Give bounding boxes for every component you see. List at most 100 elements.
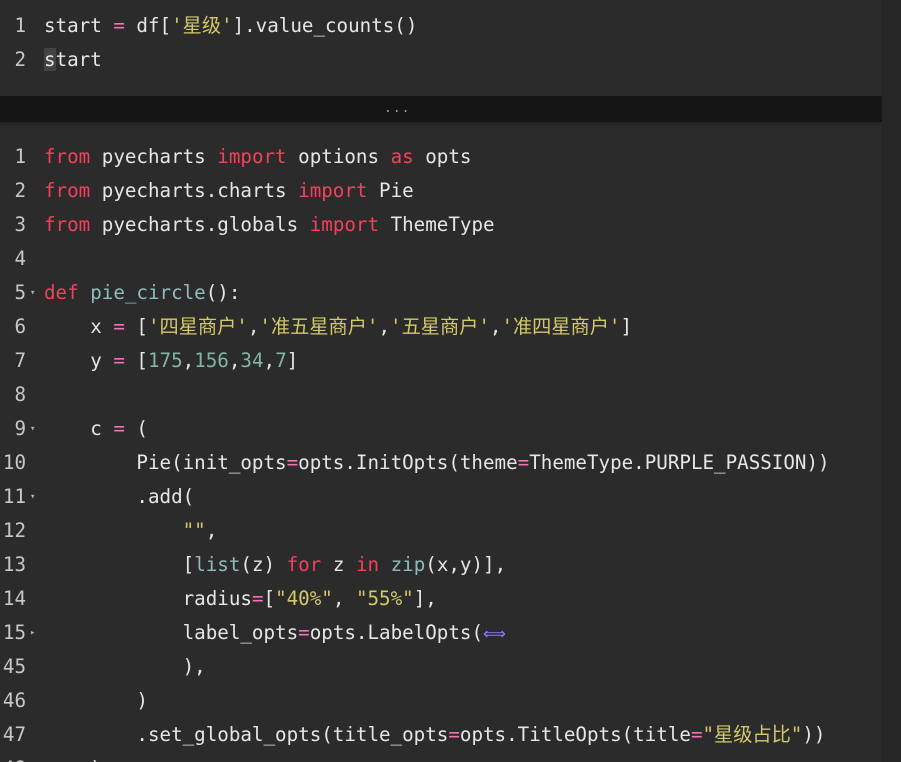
code-text[interactable]: ), bbox=[44, 650, 206, 684]
code-token: (z) bbox=[240, 553, 287, 576]
code-token: = bbox=[448, 723, 460, 746]
code-text[interactable]: start = df['星级'].value_counts() bbox=[44, 9, 417, 43]
code-token: = bbox=[113, 315, 125, 338]
code-token: ], bbox=[413, 587, 437, 610]
code-token: , bbox=[247, 315, 260, 338]
line-number: 4 bbox=[14, 247, 26, 270]
fold-arrow-right-icon[interactable]: ▸ bbox=[30, 616, 35, 650]
code-token: "55%" bbox=[355, 587, 414, 610]
code-token: , bbox=[378, 315, 391, 338]
line-number: 48 bbox=[0, 752, 26, 762]
line-number: 5 bbox=[14, 281, 26, 304]
code-text[interactable]: .add( bbox=[44, 480, 194, 514]
code-token: '准四星商户' bbox=[501, 315, 621, 338]
code-token: [ bbox=[44, 553, 195, 576]
code-text[interactable]: c = ( bbox=[44, 412, 148, 446]
code-text[interactable]: "", bbox=[44, 514, 218, 548]
code-token: options bbox=[286, 145, 391, 168]
code-token: [ bbox=[263, 587, 276, 610]
line-number: 6 bbox=[14, 315, 26, 338]
code-token: z bbox=[321, 553, 356, 576]
code-token: start bbox=[44, 14, 114, 37]
code-token: df[ bbox=[124, 14, 172, 37]
line-number: 1 bbox=[14, 145, 26, 168]
line-number: 15 bbox=[2, 621, 26, 644]
code-token: "" bbox=[182, 519, 206, 542]
line-number: 3 bbox=[14, 213, 26, 236]
line-number: 2 bbox=[14, 48, 26, 71]
code-token: ] bbox=[620, 315, 633, 338]
code-token: for bbox=[286, 553, 322, 576]
code-token: pyecharts bbox=[90, 145, 218, 168]
code-token: = bbox=[517, 451, 530, 474]
line-number: 47 bbox=[2, 723, 26, 746]
fold-arrow-down-icon[interactable]: ▾ bbox=[30, 480, 35, 514]
fold-arrow-down-icon[interactable]: ▾ bbox=[30, 412, 35, 446]
code-token: label_opts bbox=[44, 621, 299, 644]
code-token: ( bbox=[124, 417, 148, 440]
code-token: ThemeType.PURPLE_PASSION)) bbox=[529, 451, 830, 474]
code-text[interactable]: from pyecharts import options as opts bbox=[44, 140, 471, 174]
code-token: '五星商户' bbox=[390, 315, 490, 338]
code-token: in bbox=[355, 553, 380, 576]
code-text[interactable]: [list(z) for z in zip(x,y)], bbox=[44, 548, 507, 582]
code-text[interactable]: y = [175,156,34,7] bbox=[44, 344, 298, 378]
code-token: , bbox=[263, 349, 276, 372]
code-token: 156 bbox=[194, 349, 229, 372]
code-token: 34 bbox=[240, 349, 264, 372]
code-cell-2[interactable]: 1 from pyecharts import options as opts 2 f… bbox=[0, 126, 882, 762]
line-number: 45 bbox=[2, 655, 26, 678]
code-token: s bbox=[44, 48, 56, 71]
code-token: from bbox=[44, 179, 91, 202]
code-text[interactable]: radius=["40%", "55%"], bbox=[44, 582, 437, 616]
code-token: x bbox=[44, 315, 114, 338]
code-text[interactable]: def pie_circle(): bbox=[44, 276, 240, 310]
code-token: .set_global_opts(title_opts bbox=[44, 723, 449, 746]
code-token: [ bbox=[124, 349, 148, 372]
code-text[interactable]: from pyecharts.globals import ThemeType bbox=[44, 208, 495, 242]
code-token: Pie(init_opts bbox=[44, 451, 287, 474]
code-token: from bbox=[44, 145, 91, 168]
code-token: = bbox=[113, 349, 125, 372]
code-token: = bbox=[113, 14, 125, 37]
code-text[interactable]: from pyecharts.charts import Pie bbox=[44, 174, 414, 208]
code-token: '星级' bbox=[171, 14, 233, 37]
fold-arrow-down-icon[interactable]: ▾ bbox=[30, 276, 35, 310]
line-number: 2 bbox=[14, 179, 26, 202]
code-token: [ bbox=[124, 315, 148, 338]
code-token: 175 bbox=[147, 349, 183, 372]
code-text[interactable]: .set_global_opts(title_opts=opts.TitleOp… bbox=[44, 718, 825, 752]
code-text[interactable]: ) bbox=[44, 752, 102, 762]
code-token: opts.TitleOpts(title bbox=[459, 723, 691, 746]
code-token: import bbox=[217, 145, 287, 168]
code-token: '四星商户' bbox=[147, 315, 248, 338]
code-text[interactable]: label_opts=opts.LabelOpts(⟺ bbox=[44, 616, 506, 651]
line-number: 11 bbox=[2, 485, 26, 508]
code-token: as bbox=[390, 145, 414, 168]
code-token: (): bbox=[205, 281, 241, 304]
code-cell-1[interactable]: 1 start = df['星级'].value_counts() 2 start bbox=[0, 0, 882, 96]
code-token: ) bbox=[44, 689, 148, 712]
code-token: y bbox=[44, 349, 114, 372]
code-token: , bbox=[489, 315, 502, 338]
code-token: def bbox=[44, 281, 79, 304]
output-collapsed-ellipsis[interactable]: ... bbox=[384, 96, 410, 122]
code-token: (x,y)], bbox=[425, 553, 507, 576]
code-text[interactable]: ) bbox=[44, 684, 148, 718]
code-token: 7 bbox=[275, 349, 287, 372]
line-number: 12 bbox=[2, 519, 26, 542]
code-token: ].value_counts() bbox=[232, 14, 418, 37]
line-number: 46 bbox=[2, 689, 26, 712]
line-number: 13 bbox=[2, 553, 26, 576]
code-token: pie_circle bbox=[90, 281, 206, 304]
code-token: pyecharts.charts bbox=[90, 179, 299, 202]
code-token: opts.InitOpts(theme bbox=[298, 451, 518, 474]
code-text[interactable]: start bbox=[44, 43, 102, 77]
folded-code-icon[interactable]: ⟺ bbox=[483, 624, 506, 643]
collapsed-output[interactable]: ... bbox=[0, 96, 882, 122]
code-token: = bbox=[690, 723, 703, 746]
code-token: opts bbox=[413, 145, 472, 168]
code-text[interactable]: Pie(init_opts=opts.InitOpts(theme=ThemeT… bbox=[44, 446, 830, 480]
code-text[interactable]: x = ['四星商户','准五星商户','五星商户','准四星商户'] bbox=[44, 310, 632, 344]
